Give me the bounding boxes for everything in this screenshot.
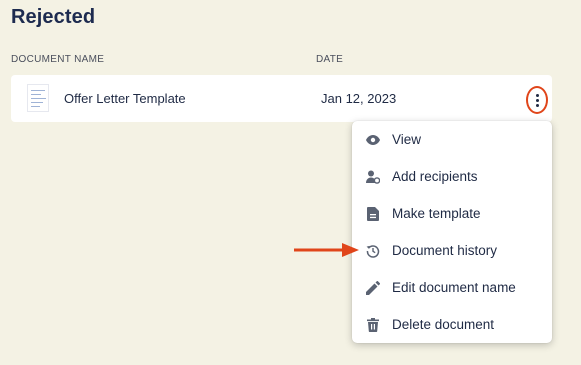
rejected-documents-page: Rejected DOCUMENT NAME DATE Offer Letter… bbox=[0, 0, 581, 365]
history-icon bbox=[365, 243, 381, 259]
eye-icon bbox=[365, 132, 381, 148]
section-title: Rejected bbox=[11, 6, 96, 28]
menu-item-edit-document-name[interactable]: Edit document name bbox=[352, 269, 552, 306]
document-thumbnail bbox=[27, 84, 49, 112]
pencil-icon bbox=[365, 280, 381, 296]
kebab-dot bbox=[535, 103, 539, 107]
menu-item-add-recipients[interactable]: Add recipients bbox=[352, 158, 552, 195]
menu-item-make-template[interactable]: Make template bbox=[352, 195, 552, 232]
menu-item-label: Edit document name bbox=[392, 280, 516, 295]
menu-item-label: View bbox=[392, 132, 422, 147]
kebab-dot bbox=[535, 98, 539, 102]
menu-item-label: Delete document bbox=[392, 317, 495, 332]
document-name[interactable]: Offer Letter Template bbox=[64, 91, 186, 106]
document-icon bbox=[365, 206, 381, 222]
menu-item-view[interactable]: View bbox=[352, 121, 552, 158]
document-row[interactable]: Offer Letter Template Jan 12, 2023 bbox=[11, 75, 552, 122]
column-header-document-name: DOCUMENT NAME bbox=[11, 54, 105, 65]
menu-item-label: Make template bbox=[392, 206, 481, 221]
menu-item-delete-document[interactable]: Delete document bbox=[352, 306, 552, 343]
column-header-date: DATE bbox=[316, 54, 344, 65]
add-user-icon bbox=[365, 169, 381, 185]
menu-item-label: Document history bbox=[392, 243, 498, 258]
document-date: Jan 12, 2023 bbox=[321, 91, 397, 106]
document-actions-menu: View Add recipients Make template Docume… bbox=[352, 121, 552, 343]
menu-item-label: Add recipients bbox=[392, 169, 478, 184]
more-options-button[interactable] bbox=[526, 86, 548, 114]
menu-item-document-history[interactable]: Document history bbox=[352, 232, 552, 269]
trash-icon bbox=[365, 317, 381, 333]
annotation-arrow-icon bbox=[294, 243, 359, 257]
kebab-dot bbox=[535, 93, 539, 97]
